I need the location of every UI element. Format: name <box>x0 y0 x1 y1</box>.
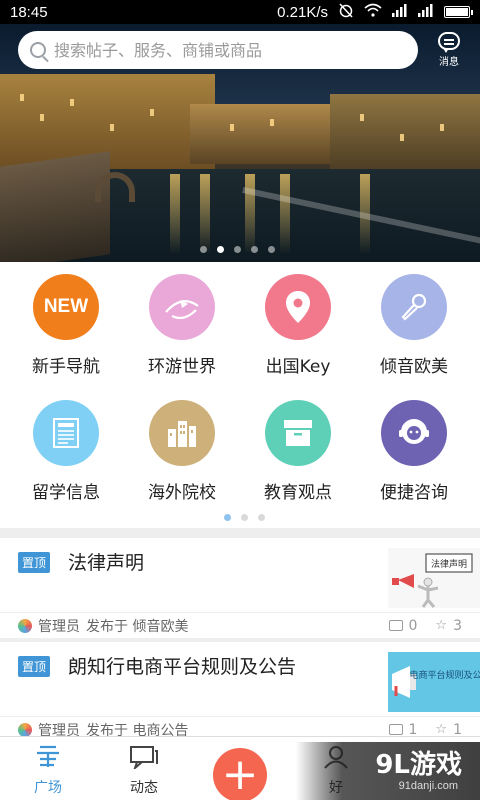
tab-label: 广场 <box>34 780 62 796</box>
search-input[interactable] <box>54 40 418 60</box>
category-label: 海外院校 <box>148 483 216 503</box>
alarm-icon <box>338 2 354 22</box>
post-meta: 管理员 发布于 倾音欧美 0 ☆ 3 <box>0 612 480 638</box>
comment-icon <box>388 620 403 631</box>
banner-dot[interactable] <box>200 246 207 253</box>
author-avatar <box>18 722 32 737</box>
chat-bubble-icon <box>438 32 460 53</box>
category-label: 留学信息 <box>32 483 100 503</box>
status-time: 18:45 <box>10 3 48 21</box>
plane-icon <box>149 274 215 340</box>
category-label: 倾音欧美 <box>380 357 448 377</box>
status-bar: 18:45 0.21K/s <box>0 0 480 24</box>
status-icons: 0.21K/s <box>277 2 473 22</box>
category-label: 环游世界 <box>148 357 216 377</box>
category-label: 新手导航 <box>32 357 100 377</box>
network-speed: 0.21K/s <box>277 3 328 21</box>
search-icon <box>30 42 46 58</box>
category-grid: NEW 新手导航 环游世界 出国Key 倾音欧美 留学信息 海外院校 教育观点 … <box>0 262 480 528</box>
post-title[interactable]: 法律声明 <box>68 548 144 575</box>
thumb-text: 法律声明 <box>431 558 467 570</box>
tab-square[interactable]: 广场 <box>0 737 96 800</box>
category-overseas-schools[interactable]: 海外院校 <box>122 400 242 503</box>
banner-pagination <box>200 246 275 253</box>
post-thumbnail[interactable]: 电商平台规则及公告 <box>388 652 480 712</box>
category-music-west[interactable]: 倾音欧美 <box>354 274 474 377</box>
post-item[interactable]: 置顶 法律声明 法律声明 管理员 发布于 倾音欧美 0 ☆ 3 <box>0 538 480 638</box>
banner-dot[interactable] <box>234 246 241 253</box>
category-newbie-guide[interactable]: NEW 新手导航 <box>6 274 126 377</box>
thumb-text: 电商平台规则及公告 <box>409 669 480 681</box>
square-icon <box>34 745 62 773</box>
like-count: 3 <box>453 617 462 634</box>
watermark-logo: 9L游戏 <box>375 750 462 780</box>
category-education-views[interactable]: 教育观点 <box>238 400 358 503</box>
microphone-icon <box>381 274 447 340</box>
new-badge-text: NEW <box>43 296 89 317</box>
support-agent-icon <box>381 400 447 466</box>
thumbs-up-icon: ☆ <box>435 618 448 633</box>
tab-feed[interactable]: 动态 <box>96 737 192 800</box>
buildings-icon <box>149 400 215 466</box>
newspaper-icon <box>33 400 99 466</box>
pinned-badge: 置顶 <box>18 656 51 677</box>
category-label: 便捷咨询 <box>380 483 448 503</box>
category-label: 教育观点 <box>264 483 332 503</box>
comment-count: 0 <box>408 617 418 634</box>
signal-icon-1 <box>392 3 408 21</box>
grid-page-dot-active[interactable] <box>224 514 231 521</box>
post-source: 发布于 倾音欧美 <box>86 618 189 635</box>
new-badge-icon: NEW <box>33 274 99 340</box>
category-world-travel[interactable]: 环游世界 <box>122 274 242 377</box>
grid-pagination <box>224 514 265 521</box>
watermark-url: 91danji.com <box>398 780 458 792</box>
chat-icon <box>129 745 159 773</box>
banner-dot[interactable] <box>251 246 258 253</box>
grid-page-dot[interactable] <box>258 514 265 521</box>
add-post-button[interactable]: + <box>213 748 267 800</box>
watermark: 9L游戏 91danji.com <box>296 742 480 800</box>
pinned-badge: 置顶 <box>18 552 51 573</box>
post-author[interactable]: 管理员 <box>38 616 80 636</box>
category-quick-consult[interactable]: 便捷咨询 <box>354 400 474 503</box>
category-go-abroad-key[interactable]: 出国Key <box>238 274 358 377</box>
box-icon <box>265 400 331 466</box>
messages-label: 消息 <box>439 57 459 68</box>
banner-dot-active[interactable] <box>217 246 224 253</box>
signal-icon-2 <box>418 3 434 21</box>
comment-icon <box>388 724 403 735</box>
post-title[interactable]: 朗知行电商平台规则及公告 <box>68 652 296 679</box>
battery-icon <box>444 6 473 18</box>
plus-icon: + <box>221 749 259 800</box>
location-pin-icon <box>265 274 331 340</box>
banner-dot[interactable] <box>268 246 275 253</box>
author-avatar <box>18 618 32 633</box>
category-study-abroad-info[interactable]: 留学信息 <box>6 400 126 503</box>
tab-label: 动态 <box>130 780 158 796</box>
grid-page-dot[interactable] <box>241 514 248 521</box>
post-item[interactable]: 置顶 朗知行电商平台规则及公告 电商平台规则及公告 管理员 发布于 电商公告 1… <box>0 642 480 742</box>
thumbs-up-icon: ☆ <box>435 722 448 737</box>
messages-button[interactable]: 消息 <box>434 32 464 72</box>
category-label: 出国Key <box>265 357 331 377</box>
wifi-icon <box>364 3 382 21</box>
post-thumbnail[interactable]: 法律声明 <box>388 548 480 608</box>
search-bar[interactable] <box>18 31 418 69</box>
